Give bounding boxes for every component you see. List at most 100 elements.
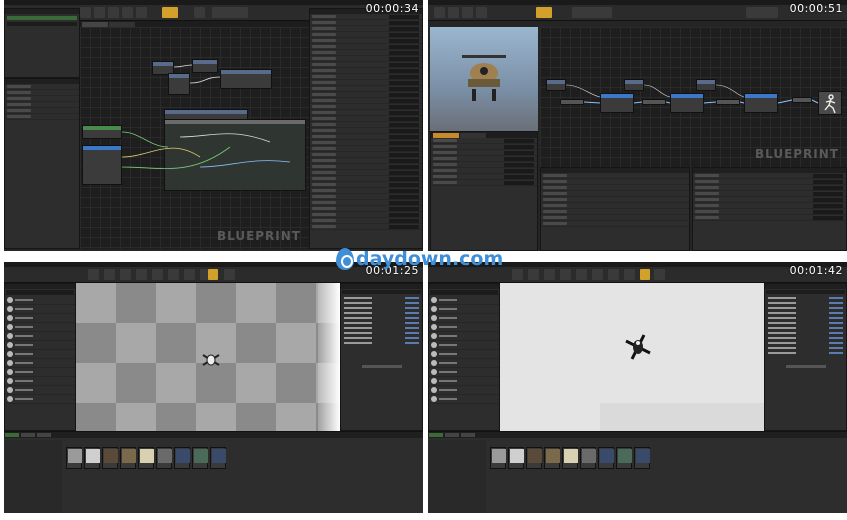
variable-list-item[interactable] xyxy=(541,221,689,227)
asset-thumbnail[interactable] xyxy=(598,447,614,469)
blueprints-button[interactable] xyxy=(592,269,603,280)
cinematics-button[interactable] xyxy=(184,269,195,280)
level-viewport[interactable] xyxy=(500,283,764,431)
placeable-actor-item[interactable] xyxy=(5,350,75,359)
compile-button[interactable] xyxy=(80,7,91,18)
placeable-actor-item[interactable] xyxy=(429,386,499,395)
source-control-button[interactable] xyxy=(528,269,539,280)
build-button[interactable] xyxy=(624,269,635,280)
asset-thumbnail[interactable] xyxy=(156,447,172,469)
marketplace-button[interactable] xyxy=(560,269,571,280)
save-button[interactable] xyxy=(94,7,105,18)
property-row[interactable] xyxy=(310,224,422,230)
search-input[interactable] xyxy=(6,290,74,295)
placeable-actor-item[interactable] xyxy=(429,359,499,368)
placeable-actor-item[interactable] xyxy=(429,305,499,314)
preview-viewport[interactable] xyxy=(430,27,538,131)
world-settings-button[interactable] xyxy=(152,269,163,280)
launch-button[interactable] xyxy=(654,269,665,280)
asset-thumbnail[interactable] xyxy=(174,447,190,469)
asset-thumbnail[interactable] xyxy=(490,447,506,469)
content-button[interactable] xyxy=(120,269,131,280)
placeable-actor-item[interactable] xyxy=(5,359,75,368)
placeable-actor-item[interactable] xyxy=(429,395,499,404)
save-button[interactable] xyxy=(448,7,459,18)
placeable-actor-item[interactable] xyxy=(5,296,75,305)
asset-thumbnail[interactable] xyxy=(192,447,208,469)
asset-thumbnail[interactable] xyxy=(634,447,650,469)
folder-tree[interactable] xyxy=(4,440,62,513)
placeable-actor-item[interactable] xyxy=(429,314,499,323)
play-button[interactable] xyxy=(640,269,650,280)
save-all-button[interactable] xyxy=(461,433,475,437)
helicopter-actor[interactable] xyxy=(622,331,654,363)
asset-thumbnail[interactable] xyxy=(580,447,596,469)
play-button[interactable] xyxy=(208,269,218,280)
placeable-actor-item[interactable] xyxy=(429,350,499,359)
placeable-actor-item[interactable] xyxy=(5,386,75,395)
blueprints-button[interactable] xyxy=(168,269,179,280)
asset-thumbnail[interactable] xyxy=(616,447,632,469)
simulate-button[interactable] xyxy=(194,7,205,18)
folder-tree[interactable] xyxy=(428,440,486,513)
event-dispatcher-item[interactable] xyxy=(5,114,79,120)
find-button[interactable] xyxy=(108,7,119,18)
placeable-actor-item[interactable] xyxy=(429,368,499,377)
save-level-button[interactable] xyxy=(88,269,99,280)
content-button[interactable] xyxy=(544,269,555,280)
level-viewport[interactable] xyxy=(76,283,340,431)
placeable-actor-item[interactable] xyxy=(5,323,75,332)
placeable-actor-item[interactable] xyxy=(5,377,75,386)
placeable-actor-item[interactable] xyxy=(429,332,499,341)
add-new-button[interactable] xyxy=(5,433,19,437)
asset-thumbnail[interactable] xyxy=(508,447,524,469)
helicopter-actor[interactable] xyxy=(200,349,222,371)
launch-button[interactable] xyxy=(224,269,235,280)
marketplace-button[interactable] xyxy=(136,269,147,280)
component-search-input[interactable] xyxy=(7,22,77,26)
find-button[interactable] xyxy=(462,7,473,18)
world-settings-button[interactable] xyxy=(576,269,587,280)
save-all-button[interactable] xyxy=(37,433,51,437)
import-button[interactable] xyxy=(445,433,459,437)
add-new-button[interactable] xyxy=(429,433,443,437)
compile-button[interactable] xyxy=(434,7,445,18)
debug-filter-dropdown[interactable] xyxy=(572,7,612,18)
placeable-actor-item[interactable] xyxy=(429,323,499,332)
placeable-actor-item[interactable] xyxy=(5,395,75,404)
placeable-actor-item[interactable] xyxy=(429,341,499,350)
import-button[interactable] xyxy=(21,433,35,437)
play-button[interactable] xyxy=(162,7,178,18)
placeable-actor-item[interactable] xyxy=(5,314,75,323)
asset-thumbnail[interactable] xyxy=(526,447,542,469)
defaults-button[interactable] xyxy=(136,7,147,18)
placeable-actor-item[interactable] xyxy=(5,305,75,314)
play-button[interactable] xyxy=(536,7,552,18)
asset-thumbnail[interactable] xyxy=(102,447,118,469)
debug-filter-dropdown[interactable] xyxy=(212,7,248,18)
asset-thumbnail[interactable] xyxy=(66,447,82,469)
placeable-actor-item[interactable] xyxy=(5,332,75,341)
event-graph-canvas[interactable]: BLUEPRINT xyxy=(80,27,309,249)
outliner-search-input[interactable] xyxy=(766,290,845,294)
search-input[interactable] xyxy=(430,290,498,295)
asset-thumbnail[interactable] xyxy=(562,447,578,469)
placeable-actor-item[interactable] xyxy=(429,377,499,386)
anim-graph-canvas[interactable]: BLUEPRINT xyxy=(540,27,847,167)
add-component-button[interactable] xyxy=(7,16,77,20)
settings-button[interactable] xyxy=(122,7,133,18)
asset-thumbnail[interactable] xyxy=(120,447,136,469)
asset-thumbnail[interactable] xyxy=(138,447,154,469)
property-row[interactable] xyxy=(693,215,846,221)
placeable-actor-item[interactable] xyxy=(5,368,75,377)
asset-thumbnail[interactable] xyxy=(544,447,560,469)
source-control-button[interactable] xyxy=(104,269,115,280)
mode-skeleton-button[interactable] xyxy=(746,7,778,18)
property-row[interactable] xyxy=(431,180,537,186)
placeable-actor-item[interactable] xyxy=(429,296,499,305)
placeable-actor-item[interactable] xyxy=(5,341,75,350)
settings-button[interactable] xyxy=(476,7,487,18)
cinematics-button[interactable] xyxy=(608,269,619,280)
save-level-button[interactable] xyxy=(512,269,523,280)
asset-thumbnail[interactable] xyxy=(84,447,100,469)
